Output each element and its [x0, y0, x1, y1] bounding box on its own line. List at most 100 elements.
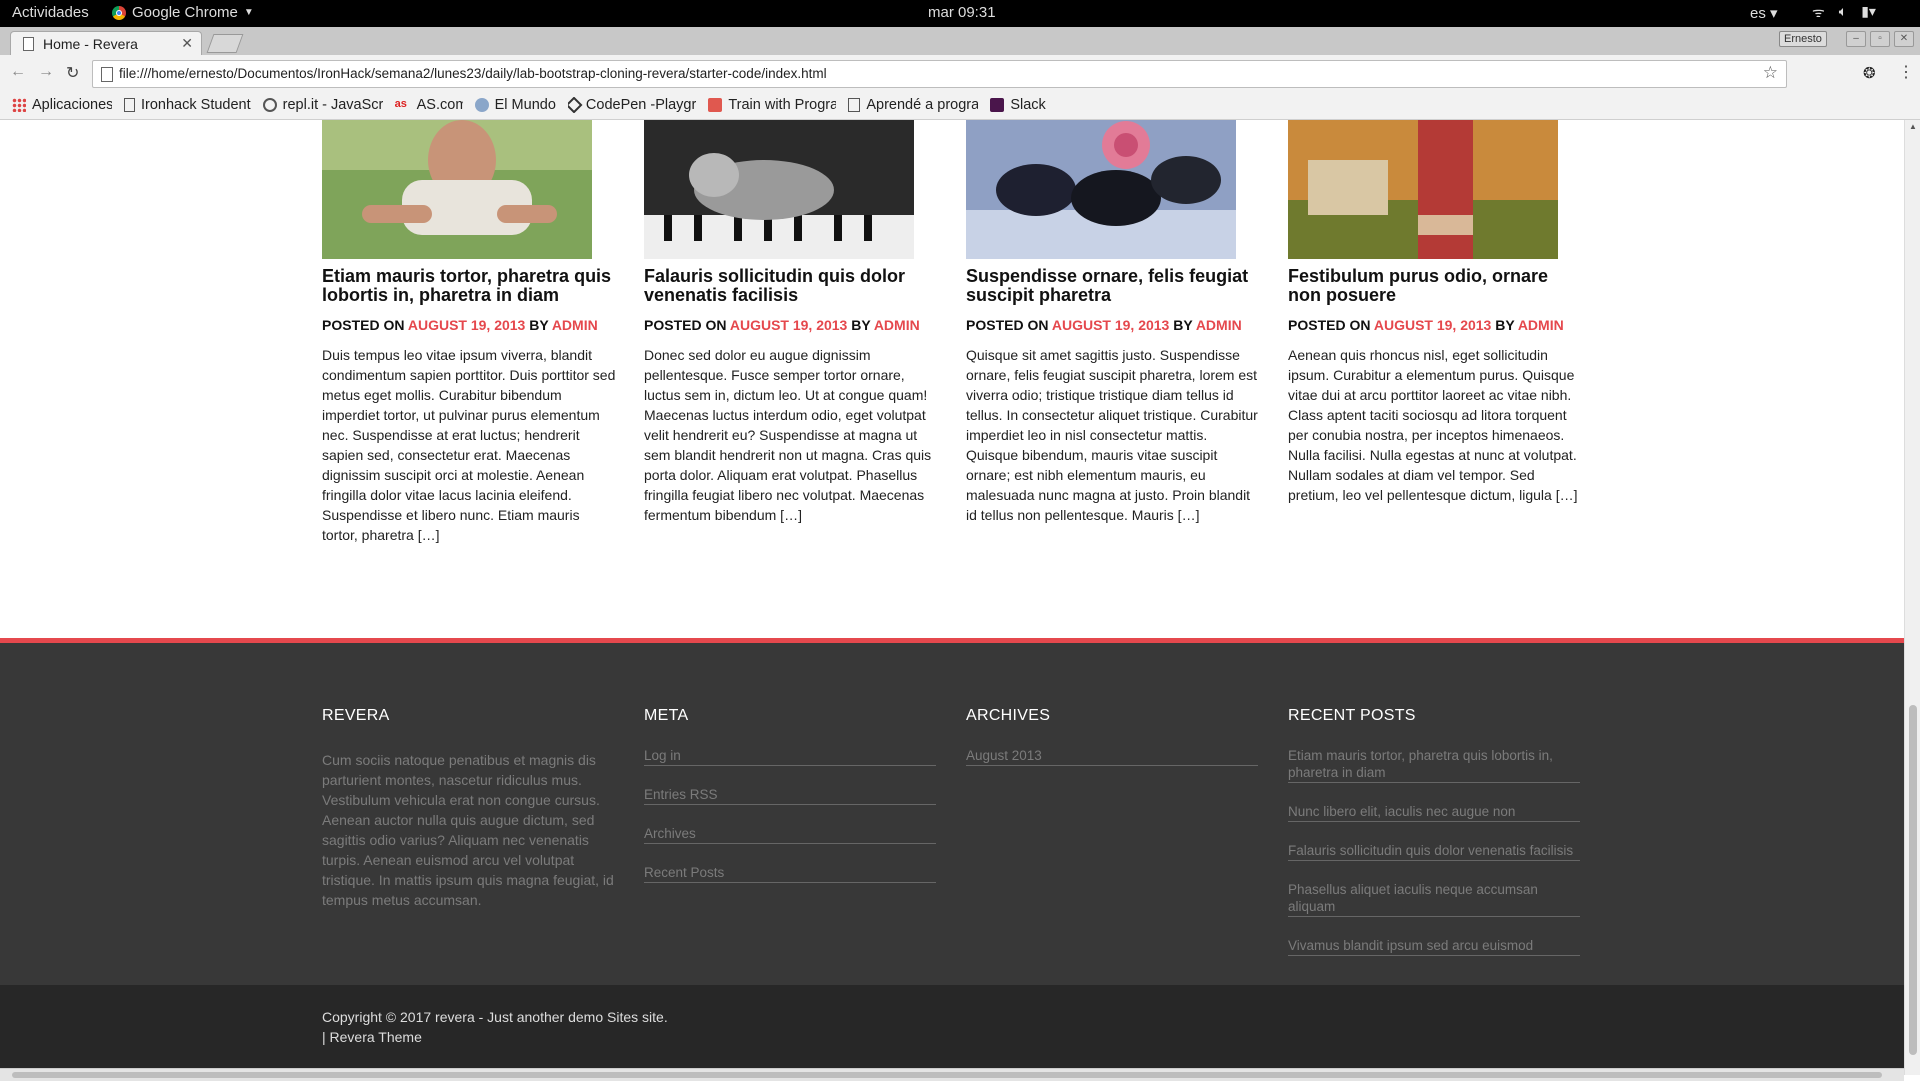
- bookmark-label: AS.com: [416, 97, 463, 113]
- footer-link[interactable]: Etiam mauris tortor, pharetra quis lobor…: [1288, 747, 1580, 783]
- vertical-scrollbar[interactable]: ▲: [1904, 120, 1920, 1075]
- post-date-link[interactable]: AUGUST 19, 2013: [730, 317, 848, 333]
- footer-heading: META: [644, 707, 689, 724]
- footer-link[interactable]: Archives: [644, 825, 936, 844]
- by-label: BY: [851, 317, 871, 333]
- footer-about-text: Cum sociis natoque penatibus et magnis d…: [322, 752, 614, 908]
- scrollbar-thumb[interactable]: [1909, 705, 1917, 1055]
- minimize-button[interactable]: –: [1846, 31, 1866, 47]
- bookmark-item[interactable]: El Mundo: [474, 97, 556, 113]
- footer-link[interactable]: August 2013: [966, 747, 1258, 766]
- as-icon: as: [394, 98, 407, 110]
- post-meta: POSTED ON AUGUST 19, 2013 BY ADMIN: [966, 317, 1262, 333]
- post-thumbnail[interactable]: [322, 120, 592, 259]
- footer-link[interactable]: Nunc libero elit, iaculis nec augue non: [1288, 803, 1580, 822]
- horizontal-scrollbar-thumb[interactable]: [12, 1072, 1882, 1078]
- chevron-down-icon: ▼: [243, 7, 254, 18]
- bookmark-label: Slack: [1010, 97, 1046, 113]
- wifi-icon: ᯤ: [1812, 4, 1825, 20]
- bookmark-item[interactable]: as AS.com: [395, 97, 463, 113]
- post-meta: POSTED ON AUGUST 19, 2013 BY ADMIN: [1288, 317, 1584, 333]
- bookmark-label: Train with Progra: [728, 97, 837, 113]
- address-bar[interactable]: file:///home/ernesto/Documentos/IronHack…: [92, 60, 1787, 88]
- bookmark-item[interactable]: Train with Progra: [708, 97, 836, 113]
- app-name: Google Chrome: [132, 4, 238, 21]
- language-indicator[interactable]: es ▾: [1750, 4, 1778, 22]
- back-icon[interactable]: ←: [10, 63, 26, 81]
- post-thumbnail[interactable]: [644, 120, 914, 259]
- horizontal-scrollbar[interactable]: [0, 1068, 1904, 1081]
- post-date-link[interactable]: AUGUST 19, 2013: [1052, 317, 1170, 333]
- browser-toolbar: ← → ↻ file:///home/ernesto/Documentos/Ir…: [0, 55, 1920, 92]
- bookmark-label: repl.it - JavaScrip: [282, 97, 383, 113]
- footer-heading: ARCHIVES: [966, 707, 1051, 724]
- post-author-link[interactable]: ADMIN: [552, 317, 598, 333]
- bookmark-item[interactable]: repl.it - JavaScrip: [262, 97, 383, 113]
- activities-button[interactable]: Actividades: [12, 4, 89, 21]
- meta-links: Log in Entries RSS Archives Recent Posts: [644, 747, 936, 883]
- tab-title: Home - Revera: [43, 36, 138, 52]
- profile-button[interactable]: Ernesto: [1779, 31, 1827, 47]
- post-title[interactable]: Festibulum purus odio, ornare non posuer…: [1288, 267, 1584, 305]
- post-author-link[interactable]: ADMIN: [1196, 317, 1242, 333]
- post-card: Etiam mauris tortor, pharetra quis lobor…: [322, 120, 618, 545]
- bookmark-item[interactable]: Aplicaciones: [12, 97, 112, 113]
- footer-link[interactable]: Falauris sollicitudin quis dolor venenat…: [1288, 842, 1580, 861]
- posted-on-label: POSTED ON: [966, 317, 1049, 333]
- copyright-bar: Copyright © 2017 revera - Just another d…: [0, 985, 1904, 1075]
- web-page: Etiam mauris tortor, pharetra quis lobor…: [0, 120, 1904, 1075]
- by-label: BY: [529, 317, 549, 333]
- bookmark-label: CodePen -Playgr: [585, 97, 697, 113]
- copyright-text: Copyright © 2017 revera - Just another d…: [322, 1007, 668, 1047]
- footer-link[interactable]: Phasellus aliquet iaculis neque accumsan…: [1288, 881, 1580, 917]
- footer-link[interactable]: Vivamus blandit ipsum sed arcu euismod: [1288, 937, 1580, 956]
- post-author-link[interactable]: ADMIN: [874, 317, 920, 333]
- footer-link[interactable]: Recent Posts: [644, 864, 936, 883]
- new-tab-button[interactable]: [206, 34, 244, 53]
- bookmark-item[interactable]: Ironhack Student: [124, 97, 251, 113]
- reload-icon[interactable]: ↻: [66, 63, 79, 83]
- system-tray[interactable]: ᯤ 🔈︎ ▮▾: [1812, 3, 1876, 22]
- bookmark-label: Ironhack Student: [141, 97, 251, 113]
- post-title[interactable]: Suspendisse ornare, felis feugiat suscip…: [966, 267, 1262, 305]
- codewars-icon: [708, 98, 723, 112]
- by-label: BY: [1173, 317, 1193, 333]
- bookmark-item[interactable]: Aprendé a progra: [848, 97, 978, 113]
- extension-icon[interactable]: ❂: [1863, 64, 1876, 82]
- forward-icon[interactable]: →: [38, 63, 54, 81]
- close-tab-icon[interactable]: ✕: [181, 35, 193, 52]
- post-thumbnail[interactable]: [966, 120, 1236, 259]
- browser-tab[interactable]: Home - Revera ✕: [10, 31, 202, 56]
- bookmark-item[interactable]: Slack: [990, 97, 1046, 113]
- post-title[interactable]: Falauris sollicitudin quis dolor venenat…: [644, 267, 940, 305]
- footer-recent-posts: RECENT POSTS Etiam mauris tortor, pharet…: [1288, 707, 1580, 976]
- post-excerpt: Aenean quis rhoncus nisl, eget sollicitu…: [1288, 347, 1578, 503]
- scroll-up-icon[interactable]: ▲: [1909, 122, 1917, 131]
- clock[interactable]: mar 09:31: [928, 4, 996, 21]
- close-window-button[interactable]: ✕: [1894, 31, 1914, 47]
- archive-links: August 2013: [966, 747, 1258, 766]
- battery-icon: ▮▾: [1861, 3, 1876, 19]
- post-title[interactable]: Etiam mauris tortor, pharetra quis lobor…: [322, 267, 618, 305]
- bookmark-star-icon[interactable]: ☆: [1763, 63, 1778, 83]
- by-label: BY: [1495, 317, 1515, 333]
- post-date-link[interactable]: AUGUST 19, 2013: [408, 317, 526, 333]
- page-icon: [23, 37, 34, 51]
- bookmark-item[interactable]: CodePen -Playgr: [567, 97, 697, 113]
- post-thumbnail[interactable]: [1288, 120, 1558, 259]
- maximize-button[interactable]: ▫: [1870, 31, 1890, 47]
- bookmark-label: Aprendé a progra: [866, 97, 979, 113]
- footer-link[interactable]: Log in: [644, 747, 936, 766]
- bookmark-label: Aplicaciones: [32, 97, 112, 113]
- app-menu[interactable]: Google Chrome ▼: [112, 4, 254, 21]
- recent-post-links: Etiam mauris tortor, pharetra quis lobor…: [1288, 747, 1580, 956]
- bookmarks-bar: Aplicaciones Ironhack Student repl.it - Ja…: [0, 91, 1920, 120]
- globe-icon: [474, 98, 489, 112]
- post-date-link[interactable]: AUGUST 19, 2013: [1374, 317, 1492, 333]
- chrome-menu-icon[interactable]: ⋮: [1898, 62, 1914, 82]
- post-author-link[interactable]: ADMIN: [1518, 317, 1564, 333]
- theme-credit-link[interactable]: | Revera Theme: [322, 1027, 668, 1047]
- post-card: Festibulum purus odio, ornare non posuer…: [1288, 120, 1584, 505]
- footer-link[interactable]: Entries RSS: [644, 786, 936, 805]
- copyright-line: Copyright © 2017 revera - Just another d…: [322, 1009, 668, 1025]
